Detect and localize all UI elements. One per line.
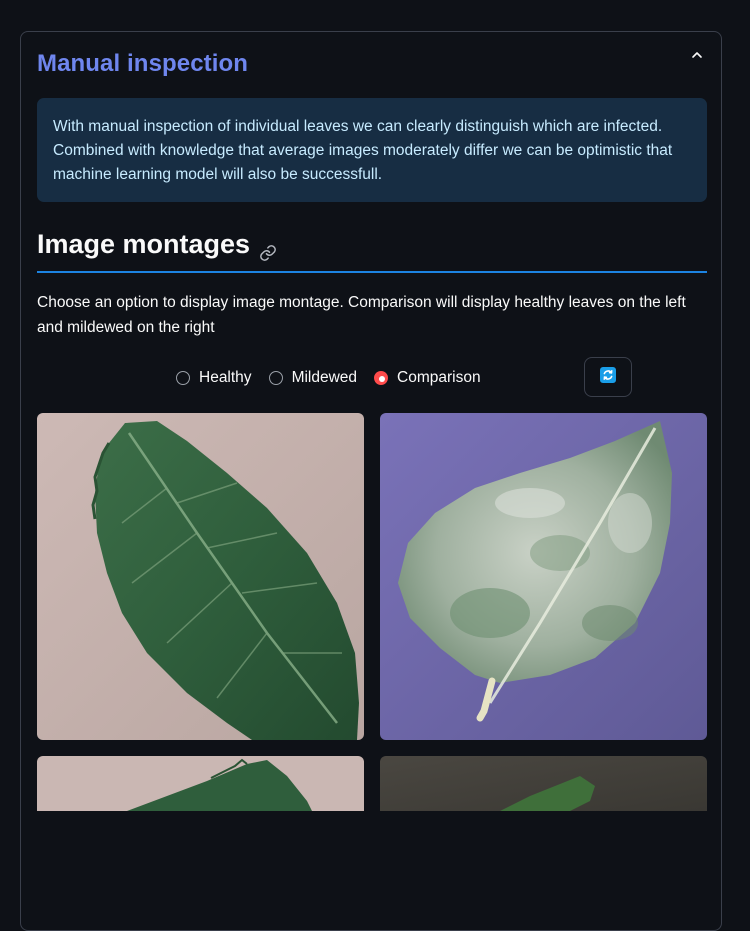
mildewed-leaf-image xyxy=(380,413,707,740)
expander-title[interactable]: Manual inspection xyxy=(37,50,248,78)
radio-healthy[interactable]: Healthy xyxy=(176,369,252,387)
montage-radio-group: Healthy Mildewed Comparison xyxy=(176,366,498,390)
radio-button[interactable] xyxy=(176,371,190,385)
link-icon[interactable] xyxy=(259,238,277,261)
healthy-leaf-image xyxy=(37,756,364,811)
info-alert-text: With manual inspection of individual lea… xyxy=(53,118,673,183)
section-divider xyxy=(37,271,707,273)
radio-label: Mildewed xyxy=(291,369,358,386)
radio-label: Comparison xyxy=(397,369,481,386)
radio-button[interactable] xyxy=(268,371,283,385)
section-header: Image montages xyxy=(37,229,277,261)
radio-button-selected[interactable] xyxy=(374,371,389,385)
radio-label: Healthy xyxy=(199,369,252,386)
chevron-up-icon[interactable] xyxy=(687,44,707,64)
refresh-button[interactable] xyxy=(584,357,632,397)
healthy-leaf-image xyxy=(37,413,364,740)
info-alert: With manual inspection of individual lea… xyxy=(37,98,707,202)
radio-comparison[interactable]: Comparison xyxy=(374,369,481,387)
mildewed-leaf-image xyxy=(380,756,707,811)
refresh-icon xyxy=(600,366,616,388)
montage-description: Choose an option to display image montag… xyxy=(37,294,686,336)
radio-mildewed[interactable]: Mildewed xyxy=(268,369,358,387)
section-title: Image montages xyxy=(37,229,251,259)
